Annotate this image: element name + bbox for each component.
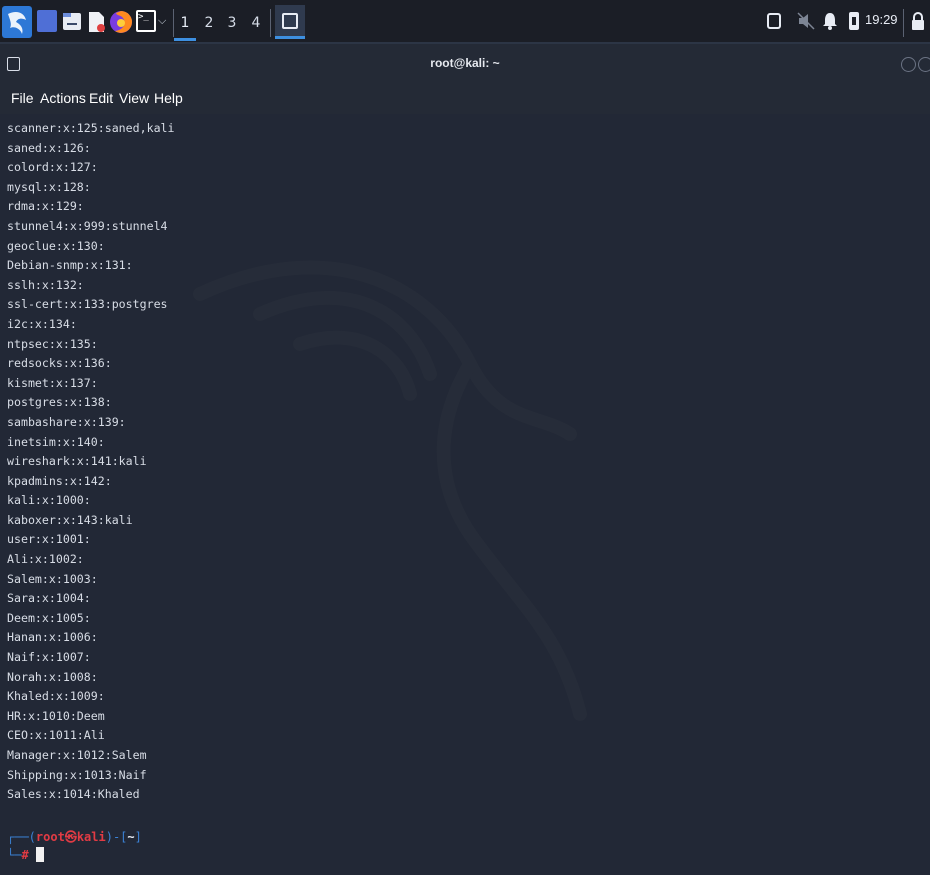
terminal-line: saned:x:126: xyxy=(7,140,91,155)
kali-menu-icon[interactable] xyxy=(2,6,32,38)
clipboard-icon[interactable] xyxy=(767,13,781,29)
terminal-line: rdma:x:129: xyxy=(7,199,84,214)
terminal-line: Salem:x:1003: xyxy=(7,571,98,586)
terminal-line: sslh:x:132: xyxy=(7,277,84,292)
lock-screen-icon[interactable] xyxy=(911,11,925,31)
terminal-task-icon xyxy=(282,13,298,29)
terminal-line: ssl-cert:x:133:postgres xyxy=(7,297,168,312)
terminal-line: Debian-snmp:x:131: xyxy=(7,258,133,273)
terminal-line: kaboxer:x:143:kali xyxy=(7,512,133,527)
prompt-line: ┌──(root㉿kali)-[~] xyxy=(7,830,142,844)
terminal-line: sambashare:x:139: xyxy=(7,414,126,429)
top-panel: >_ ⌵ 1 2 3 4 19:29 xyxy=(0,0,930,44)
workspace-3[interactable]: 3 xyxy=(221,8,243,38)
prompt-user: root xyxy=(35,830,65,844)
menu-edit[interactable]: Edit xyxy=(89,90,113,106)
terminal-line: Naif:x:1007: xyxy=(7,650,91,665)
prompt-symbol: # xyxy=(21,848,29,862)
file-manager-icon[interactable] xyxy=(62,10,82,32)
prompt-host: kali xyxy=(76,830,106,844)
terminal-line: scanner:x:125:saned,kali xyxy=(7,121,175,135)
terminal-line: wireshark:x:141:kali xyxy=(7,454,147,469)
prompt-input-line[interactable]: └─# xyxy=(7,847,44,862)
terminal-line: ntpsec:x:135: xyxy=(7,336,98,351)
clock[interactable]: 19:29 xyxy=(865,12,898,27)
terminal-line: redsocks:x:136: xyxy=(7,356,112,371)
terminal-line: Hanan:x:1006: xyxy=(7,630,98,645)
battery-icon[interactable] xyxy=(849,12,859,30)
terminal-line: Shipping:x:1013:Naif xyxy=(7,767,147,782)
terminal-line: Manager:x:1012:Salem xyxy=(7,748,147,762)
terminal-line: postgres:x:138: xyxy=(7,395,112,410)
terminal-line: stunnel4:x:999:stunnel4 xyxy=(7,218,168,233)
workspace-4[interactable]: 4 xyxy=(245,8,267,38)
terminal-line: kali:x:1000: xyxy=(7,493,91,508)
text-cursor xyxy=(35,847,44,862)
terminal-line: i2c:x:134: xyxy=(7,316,77,331)
terminal-line: mysql:x:128: xyxy=(7,179,91,194)
terminal-lines: scanner:x:125:saned,kali saned:x:126: colo… xyxy=(7,119,175,805)
window-titlebar[interactable]: root@kali: ~ xyxy=(0,44,930,84)
terminal-output[interactable]: scanner:x:125:saned,kali saned:x:126: colo… xyxy=(0,114,930,875)
terminal-line: Sara:x:1004: xyxy=(7,591,91,606)
terminal-line: Deem:x:1005: xyxy=(7,610,91,625)
launcher-dropdown-icon[interactable]: ⌵ xyxy=(158,14,170,28)
taskbar-terminal-window[interactable] xyxy=(275,5,305,39)
firefox-icon[interactable] xyxy=(109,10,133,34)
window-title: root@kali: ~ xyxy=(430,56,500,70)
terminal-launcher-icon[interactable]: >_ xyxy=(136,10,156,32)
show-desktop-icon[interactable] xyxy=(37,10,57,32)
terminal-line: kismet:x:137: xyxy=(7,375,98,390)
terminal-line: CEO:x:1011:Ali xyxy=(7,728,105,743)
menu-view[interactable]: View xyxy=(119,90,149,106)
prompt-at: ㉿ xyxy=(64,830,77,844)
terminal-line: HR:x:1010:Deem xyxy=(7,708,105,723)
workspace-1[interactable]: 1 xyxy=(174,8,196,41)
terminal-line: user:x:1001: xyxy=(7,532,91,547)
terminal-line: Sales:x:1014:Khaled xyxy=(7,787,140,802)
workspace-2[interactable]: 2 xyxy=(198,8,220,38)
terminal-line: geoclue:x:130: xyxy=(7,238,105,253)
prompt-dir: ~ xyxy=(127,830,135,844)
menu-help[interactable]: Help xyxy=(154,90,183,106)
menu-file[interactable]: File xyxy=(11,90,34,106)
terminal-line: kpadmins:x:142: xyxy=(7,473,112,488)
panel-separator xyxy=(270,9,271,37)
maximize-button[interactable] xyxy=(918,57,930,72)
terminal-line: colord:x:127: xyxy=(7,160,98,175)
menu-actions[interactable]: Actions xyxy=(40,90,86,106)
terminal-line: Ali:x:1002: xyxy=(7,552,84,567)
volume-muted-icon[interactable] xyxy=(796,11,816,31)
minimize-button[interactable] xyxy=(901,57,916,72)
panel-separator xyxy=(903,9,904,37)
terminal-line: Norah:x:1008: xyxy=(7,669,98,684)
menu-bar: File Actions Edit View Help xyxy=(0,84,930,114)
terminal-line: inetsim:x:140: xyxy=(7,434,105,449)
terminal-line: Khaled:x:1009: xyxy=(7,689,105,704)
notifications-icon[interactable] xyxy=(822,11,838,31)
text-editor-icon[interactable] xyxy=(86,10,106,34)
